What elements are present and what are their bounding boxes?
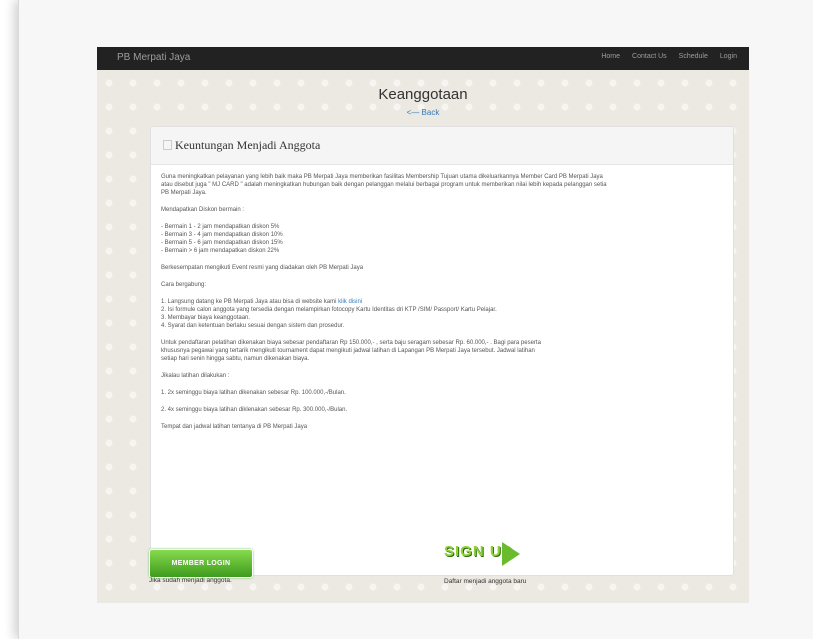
page-title: Keanggotaan: [378, 86, 468, 103]
member-login-button[interactable]: MEMBER LOGIN: [149, 549, 253, 578]
join-step: 1. Langsung datang ke PB Merpati Jaya at…: [161, 298, 723, 306]
nav-schedule[interactable]: Schedule: [679, 53, 708, 60]
training-line: Untuk pendaftaran pelatihan dikenakan bi…: [161, 340, 541, 346]
nav-contact-us[interactable]: Contact Us: [632, 53, 667, 60]
bookmark-icon: [163, 140, 172, 150]
schedule-item: 2. 4x seminggu biaya latihan diklenakan …: [161, 407, 348, 413]
join-heading: Cara bergabung:: [161, 282, 207, 288]
intro-line: PB Merpati Jaya.: [161, 190, 207, 196]
discount-item: - Bermain 1 - 2 jam mendapatkan diskon 5…: [161, 224, 280, 230]
join-steps: 1. Langsung datang ke PB Merpati Jaya at…: [161, 298, 723, 330]
place-text: Tempat dan jadwal latihan tentanya di PB…: [161, 424, 308, 430]
join-step: 4. Syarat dan ketentuan berlaku sesuai d…: [161, 323, 345, 329]
benefits-panel: Keuntungan Menjadi Anggota Guna meningka…: [150, 126, 734, 576]
panel-header: Keuntungan Menjadi Anggota: [151, 127, 733, 165]
discount-item: - Bermain 5 - 6 jam mendapatkan diskon 1…: [161, 240, 283, 246]
discount-item: - Bermain > 6 jam mendapatkan diskon 22%: [161, 248, 280, 254]
discount-list: - Bermain 1 - 2 jam mendapatkan diskon 5…: [161, 223, 723, 255]
nav-login[interactable]: Login: [720, 53, 737, 60]
panel-body: Guna meningkatkan pelayanan yang lebih b…: [161, 173, 723, 440]
training-paragraph: Untuk pendaftaran pelatihan dikenakan bi…: [161, 339, 723, 363]
click-here-link[interactable]: klik disini: [338, 299, 362, 305]
training-line: setiap hari senin hingga sabtu, namun di…: [161, 356, 310, 362]
join-step-text: 1. Langsung datang ke PB Merpati Jaya at…: [161, 299, 337, 305]
intro-line: atau disebut juga " MJ CARD " adalah men…: [161, 182, 607, 188]
nav-links: Home Contact Us Schedule Login: [601, 53, 737, 60]
member-caption: Jika sudah menjadi anggota.: [149, 577, 232, 584]
signup-button[interactable]: SIGN UP: [444, 540, 524, 570]
join-step: 2. Isi formule calon anggota yang tersed…: [161, 307, 497, 313]
panel-title: Keuntungan Menjadi Anggota: [175, 138, 321, 152]
join-step: 3. Membayar biaya keanggotaan.: [161, 315, 251, 321]
discount-item: - Bermain 3 - 4 jam mendapatkan diskon 1…: [161, 232, 283, 238]
arrow-right-icon: [502, 542, 520, 566]
training-line: khususnya pegawai yang tertarik mengikut…: [161, 348, 535, 354]
back-link[interactable]: <— Back: [97, 108, 749, 117]
schedule-heading: Jikalau latihan dilakukan :: [161, 373, 230, 379]
event-text: Berkesempatan mengikuti Event resmi yang…: [161, 265, 364, 271]
intro-paragraph: Guna meningkatkan pelayanan yang lebih b…: [161, 173, 723, 197]
signup-caption: Daftar menjadi anggota baru: [444, 578, 527, 585]
discount-heading: Mendapatkan Diskon bermain :: [161, 207, 245, 213]
nav-home[interactable]: Home: [601, 53, 620, 60]
navbar: PB Merpati Jaya Home Contact Us Schedule…: [97, 47, 749, 70]
schedule-item: 1. 2x seminggu biaya latihan dikenakan s…: [161, 390, 346, 396]
browser-frame: PB Merpati Jaya Home Contact Us Schedule…: [18, 0, 813, 639]
brand-link[interactable]: PB Merpati Jaya: [117, 52, 190, 63]
intro-line: Guna meningkatkan pelayanan yang lebih b…: [161, 174, 603, 180]
page-container: PB Merpati Jaya Home Contact Us Schedule…: [97, 47, 749, 603]
